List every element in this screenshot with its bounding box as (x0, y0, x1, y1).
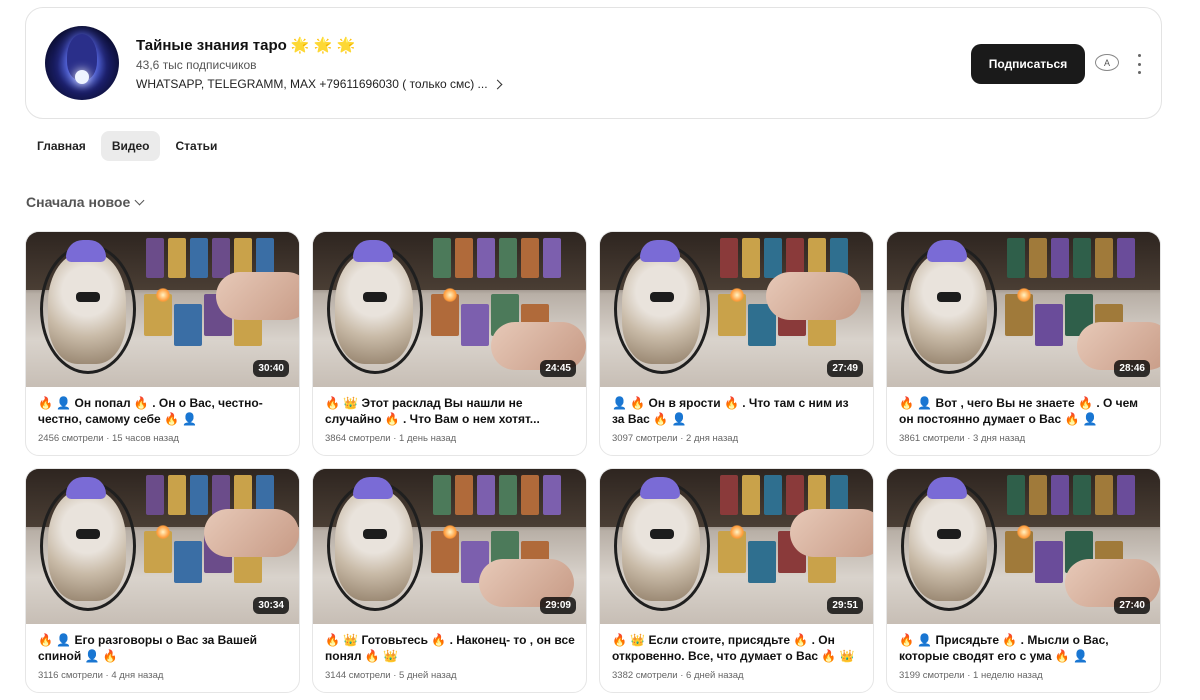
more-vertical-icon[interactable] (1133, 54, 1145, 74)
video-title[interactable]: 👤 🔥 Он в ярости 🔥 . Что там с ним из за … (612, 395, 864, 427)
video-grid: 30:40 🔥 👤 Он попал 🔥 . Он о Вас, честно-ч… (25, 231, 1161, 693)
text-to-speech-icon[interactable]: A (1095, 54, 1119, 71)
video-duration: 30:40 (253, 360, 289, 377)
channel-avatar[interactable] (45, 26, 119, 100)
video-meta: 3861 смотрели · 3 дня назад (899, 433, 1026, 444)
video-thumbnail[interactable]: 30:34 (26, 469, 299, 624)
video-thumbnail[interactable]: 29:09 (313, 469, 586, 624)
video-title[interactable]: 🔥 👤 Он попал 🔥 . Он о Вас, честно-честно… (38, 395, 290, 427)
video-meta: 3382 смотрели · 6 дней назад (612, 670, 744, 681)
video-thumbnail[interactable]: 28:46 (887, 232, 1160, 387)
subscriber-count: 43,6 тыс подписчиков (136, 58, 257, 72)
channel-header-card: Тайные знания таро 🌟 🌟 🌟 43,6 тыс подпис… (25, 7, 1162, 119)
video-duration: 29:51 (827, 597, 863, 614)
channel-tabs: Главная Видео Статьи (26, 131, 228, 161)
video-meta: 2456 смотрели · 15 часов назад (38, 433, 179, 444)
video-title[interactable]: 🔥 👤 Присядьте 🔥 . Мысли о Вас, которые с… (899, 632, 1151, 664)
subscribe-button[interactable]: Подписаться (971, 44, 1085, 84)
channel-about-text: WHATSAPP, TELEGRAMM, MAX +79611696030 ( … (136, 77, 488, 91)
video-thumbnail[interactable]: 30:40 (26, 232, 299, 387)
video-card[interactable]: 29:09 🔥 👑 Готовьтесь 🔥 . Наконец- то , он… (312, 468, 587, 693)
video-meta: 3097 смотрели · 2 дня назад (612, 433, 739, 444)
video-thumbnail[interactable]: 27:40 (887, 469, 1160, 624)
video-card[interactable]: 24:45 🔥 👑 Этот расклад Вы нашли не случай… (312, 231, 587, 456)
chevron-right-icon (492, 79, 503, 89)
tab-main[interactable]: Главная (26, 131, 97, 161)
video-title[interactable]: 🔥 👤 Вот , чего Вы не знаете 🔥 . О чем он… (899, 395, 1151, 427)
channel-title[interactable]: Тайные знания таро 🌟 🌟 🌟 (136, 36, 356, 55)
video-title[interactable]: 🔥 👑 Готовьтесь 🔥 . Наконец- то , он все … (325, 632, 577, 664)
video-duration: 30:34 (253, 597, 289, 614)
video-card[interactable]: 27:40 🔥 👤 Присядьте 🔥 . Мысли о Вас, кото… (886, 468, 1161, 693)
video-thumbnail[interactable]: 27:49 (600, 232, 873, 387)
sort-label: Сначала новое (26, 194, 131, 210)
video-duration: 24:45 (540, 360, 576, 377)
video-card[interactable]: 30:34 🔥 👤 Его разговоры о Вас за Вашей сп… (25, 468, 300, 693)
video-thumbnail[interactable]: 29:51 (600, 469, 873, 624)
video-title[interactable]: 🔥 👑 Этот расклад Вы нашли не случайно 🔥 … (325, 395, 577, 427)
video-title[interactable]: 🔥 👤 Его разговоры о Вас за Вашей спиной … (38, 632, 290, 664)
video-card[interactable]: 27:49 👤 🔥 Он в ярости 🔥 . Что там с ним и… (599, 231, 874, 456)
video-meta: 3864 смотрели · 1 день назад (325, 433, 457, 444)
tab-articles[interactable]: Статьи (164, 131, 228, 161)
video-duration: 27:40 (1114, 597, 1150, 614)
video-duration: 27:49 (827, 360, 863, 377)
channel-name-text: Тайные знания таро (136, 36, 287, 54)
video-card[interactable]: 30:40 🔥 👤 Он попал 🔥 . Он о Вас, честно-ч… (25, 231, 300, 456)
video-meta: 3199 смотрели · 1 неделю назад (899, 670, 1043, 681)
chevron-down-icon (134, 195, 145, 205)
video-duration: 28:46 (1114, 360, 1150, 377)
sun-emoji-icon: 🌟 🌟 🌟 (290, 37, 356, 54)
sort-dropdown[interactable]: Сначала новое (26, 194, 145, 210)
tab-video[interactable]: Видео (100, 131, 161, 161)
video-meta: 3144 смотрели · 5 дней назад (325, 670, 457, 681)
video-card[interactable]: 29:51 🔥 👑 Если стоите, присядьте 🔥 . Он о… (599, 468, 874, 693)
channel-about-link[interactable]: WHATSAPP, TELEGRAMM, MAX +79611696030 ( … (136, 77, 503, 91)
video-title[interactable]: 🔥 👑 Если стоите, присядьте 🔥 . Он откров… (612, 632, 864, 664)
video-duration: 29:09 (540, 597, 576, 614)
video-thumbnail[interactable]: 24:45 (313, 232, 586, 387)
video-meta: 3116 смотрели · 4 дня назад (38, 670, 164, 681)
video-card[interactable]: 28:46 🔥 👤 Вот , чего Вы не знаете 🔥 . О ч… (886, 231, 1161, 456)
